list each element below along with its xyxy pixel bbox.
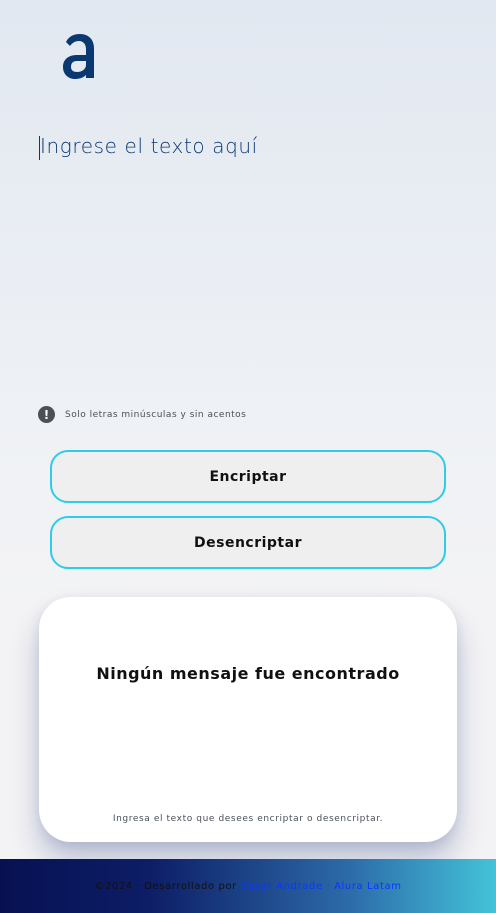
output-title: Ningún mensaje fue encontrado bbox=[96, 664, 400, 683]
decrypt-button[interactable]: Desencriptar bbox=[50, 516, 446, 569]
message-input[interactable] bbox=[38, 130, 458, 390]
hint-text: Solo letras minúsculas y sin acentos bbox=[65, 409, 247, 420]
footer-prefix: ©2024 · Desarrollado por bbox=[94, 880, 241, 892]
footer-separator: · bbox=[322, 880, 335, 892]
encrypt-button[interactable]: Encriptar bbox=[50, 450, 446, 503]
footer-org-link[interactable]: Alura Latam bbox=[334, 881, 401, 892]
text-input-area[interactable] bbox=[38, 130, 458, 390]
footer-author-link[interactable]: Oscar Andrade bbox=[241, 881, 323, 892]
page-footer: ©2024 · Desarrollado por Oscar Andrade ·… bbox=[0, 859, 496, 913]
input-hint: ! Solo letras minúsculas y sin acentos bbox=[38, 406, 246, 423]
output-subtitle: Ingresa el texto que desees encriptar o … bbox=[112, 814, 384, 824]
output-panel: Ningún mensaje fue encontrado Ingresa el… bbox=[39, 597, 457, 842]
text-cursor bbox=[39, 136, 40, 160]
alura-logo-icon bbox=[60, 30, 98, 82]
exclamation-circle-icon: ! bbox=[38, 406, 55, 423]
